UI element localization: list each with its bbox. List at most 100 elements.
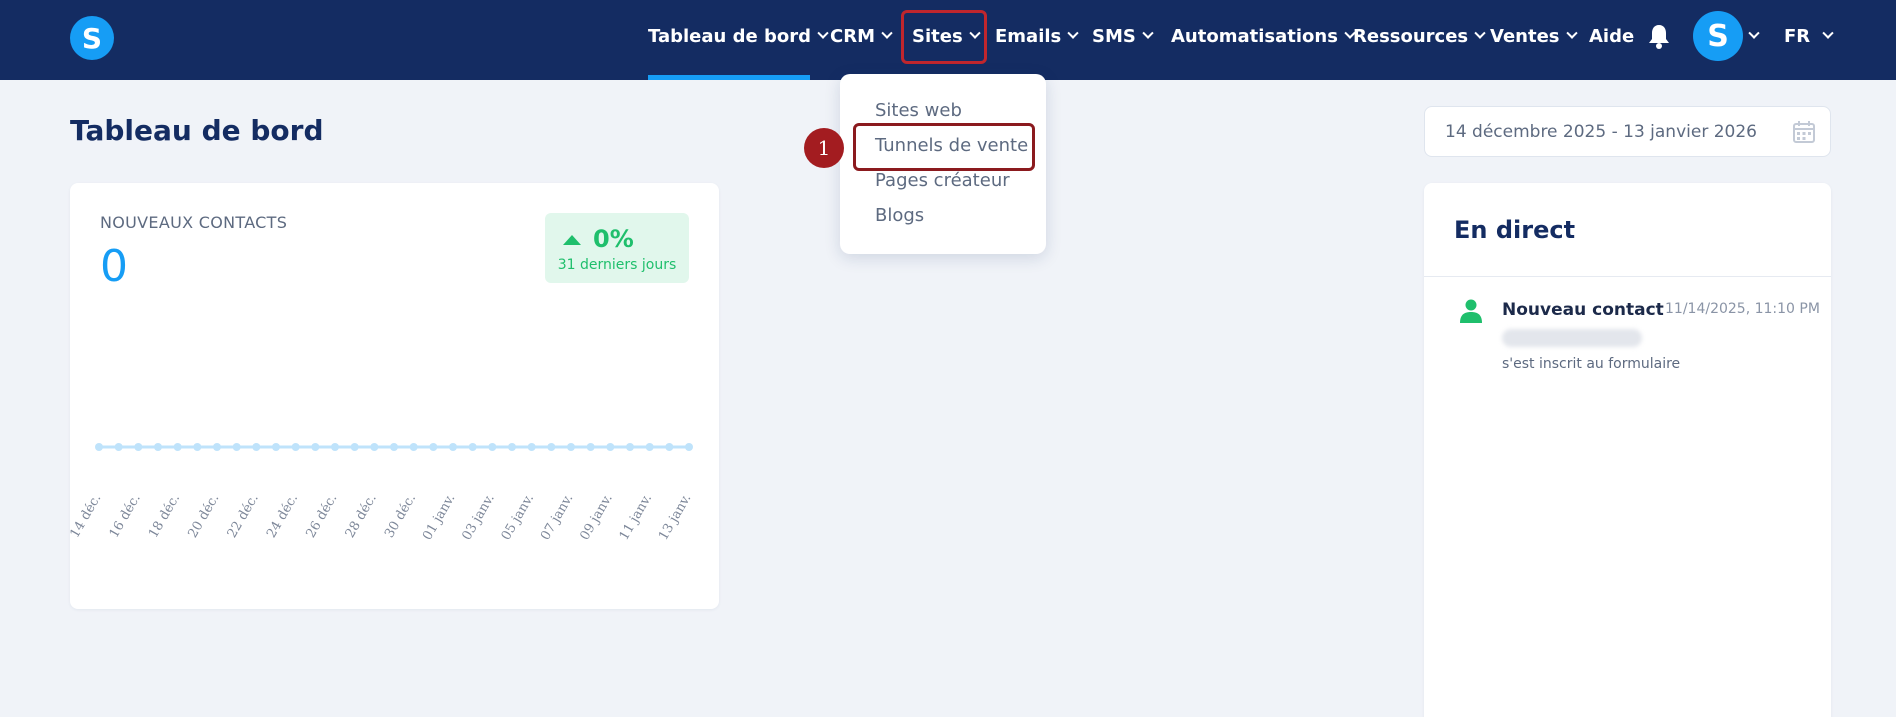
active-nav-indicator [648, 75, 810, 80]
divider [1424, 276, 1831, 277]
data-point[interactable] [488, 443, 497, 451]
x-tick-label: 22 déc. [225, 492, 262, 541]
sites-highlight-box [901, 10, 987, 64]
activity-title: Nouveau contact [1502, 300, 1664, 320]
data-point[interactable] [311, 443, 320, 451]
data-point[interactable] [468, 443, 477, 451]
data-point[interactable] [626, 443, 634, 451]
x-tick-label: 24 déc. [264, 492, 301, 541]
step-number: 1 [817, 136, 831, 160]
tunnels-highlight-box [853, 123, 1035, 171]
language-selector[interactable]: FR [1784, 0, 1834, 72]
data-point[interactable] [586, 443, 595, 451]
data-point[interactable] [547, 443, 556, 451]
nav-item-label: CRM [830, 25, 875, 47]
dropdown-item-pages-createur[interactable]: Pages créateur [875, 170, 1010, 191]
avatar-letter: S [1707, 18, 1729, 54]
activity-description: s'est inscrit au formulaire [1502, 356, 1681, 372]
dropdown-item-blogs[interactable]: Blogs [875, 205, 924, 226]
x-tick-label: 28 déc. [343, 492, 380, 541]
nav-item-ressources[interactable]: Ressources [1353, 0, 1486, 72]
nav-item-sms[interactable]: SMS [1092, 0, 1154, 72]
data-point[interactable] [606, 443, 615, 451]
data-point[interactable] [291, 443, 300, 451]
data-point[interactable] [449, 443, 457, 451]
person-icon [1460, 299, 1482, 323]
x-tick-label: 11 janv. [617, 492, 655, 543]
nav-item-label: Ressources [1353, 25, 1469, 47]
nav-item-label: Aide [1589, 25, 1635, 47]
nav-item-tableau-de-bord[interactable]: Tableau de bord [648, 0, 829, 72]
data-point[interactable] [213, 443, 221, 451]
redacted-contact-name [1502, 329, 1642, 347]
sites-dropdown-menu: Sites web Tunnels de vente Pages créateu… [840, 74, 1046, 254]
chevron-down-icon [1067, 27, 1079, 39]
x-tick-label: 20 déc. [185, 492, 222, 541]
x-tick-label: 07 janv. [538, 492, 576, 543]
bell-icon[interactable] [1648, 23, 1670, 49]
new-contacts-card: NOUVEAUX CONTACTS 0 0% 31 derniers jours… [70, 183, 719, 609]
data-point[interactable] [252, 443, 261, 451]
data-point[interactable] [409, 443, 418, 451]
nav-item-emails[interactable]: Emails [995, 0, 1079, 72]
x-tick-label: 16 déc. [107, 492, 144, 541]
live-activity-card: En direct Nouveau contact 11/14/2025, 11… [1424, 183, 1831, 717]
date-range-value: 14 décembre 2025 - 13 janvier 2026 [1445, 121, 1757, 142]
data-point[interactable] [134, 443, 143, 451]
chevron-down-icon [1142, 27, 1154, 39]
brand-logo[interactable]: S [70, 16, 114, 60]
calendar-icon [1793, 121, 1815, 143]
data-point[interactable] [193, 443, 202, 451]
data-point[interactable] [173, 443, 182, 451]
x-tick-label: 03 janv. [459, 492, 497, 543]
top-navigation-bar: S Tableau de bord CRM Sites Emails SMS A… [0, 0, 1896, 80]
nav-item-crm[interactable]: CRM [830, 0, 893, 72]
data-point[interactable] [331, 443, 339, 451]
date-range-picker[interactable]: 14 décembre 2025 - 13 janvier 2026 [1424, 106, 1831, 157]
chevron-down-icon [1565, 27, 1578, 39]
data-point[interactable] [154, 443, 162, 451]
data-point[interactable] [232, 443, 241, 451]
x-tick-label: 09 janv. [577, 492, 615, 543]
avatar-menu-toggle[interactable] [1748, 0, 1760, 72]
data-point[interactable] [272, 443, 280, 451]
x-tick-label: 01 janv. [420, 492, 458, 543]
chevron-down-icon [817, 27, 829, 39]
data-point[interactable] [350, 443, 359, 451]
chevron-down-icon [881, 27, 893, 39]
data-point[interactable] [508, 443, 516, 451]
nav-item-label: Tableau de bord [648, 25, 811, 47]
x-tick-label: 26 déc. [303, 492, 340, 541]
nav-item-aide[interactable]: Aide [1589, 0, 1634, 72]
dropdown-item-sites-web[interactable]: Sites web [875, 100, 962, 121]
page-title: Tableau de bord [70, 114, 324, 147]
data-point[interactable] [429, 443, 438, 451]
nav-item-ventes[interactable]: Ventes [1490, 0, 1578, 72]
nav-item-label: Emails [995, 25, 1062, 47]
step-number-badge: 1 [804, 128, 844, 168]
data-point[interactable] [95, 443, 103, 451]
data-point[interactable] [645, 443, 654, 451]
chevron-down-icon [1474, 27, 1486, 39]
data-point[interactable] [527, 443, 536, 451]
data-point[interactable] [685, 443, 693, 451]
data-point[interactable] [370, 443, 379, 451]
nav-item-label: Automatisations [1171, 25, 1338, 47]
live-card-title: En direct [1454, 216, 1576, 244]
nav-item-label: Ventes [1490, 25, 1560, 47]
user-avatar[interactable]: S [1693, 11, 1743, 61]
x-tick-label: 13 janv. [656, 492, 694, 543]
x-tick-label: 18 déc. [146, 492, 183, 541]
nav-item-automatisations[interactable]: Automatisations [1171, 0, 1356, 72]
new-contacts-chart: 14 déc. 16 déc. 18 déc. 20 déc. 22 déc. 24 dé… [70, 443, 694, 543]
logo-letter: S [81, 21, 103, 55]
data-point[interactable] [665, 443, 674, 451]
activity-timestamp: 11/14/2025, 11:10 PM [1665, 301, 1820, 317]
x-tick-label: 14 déc. [70, 492, 104, 541]
data-point[interactable] [114, 443, 123, 451]
x-tick-label: 30 déc. [382, 492, 419, 541]
data-point[interactable] [567, 443, 575, 451]
data-point[interactable] [390, 443, 398, 451]
nav-item-label: SMS [1092, 25, 1136, 47]
language-label: FR [1784, 25, 1811, 47]
